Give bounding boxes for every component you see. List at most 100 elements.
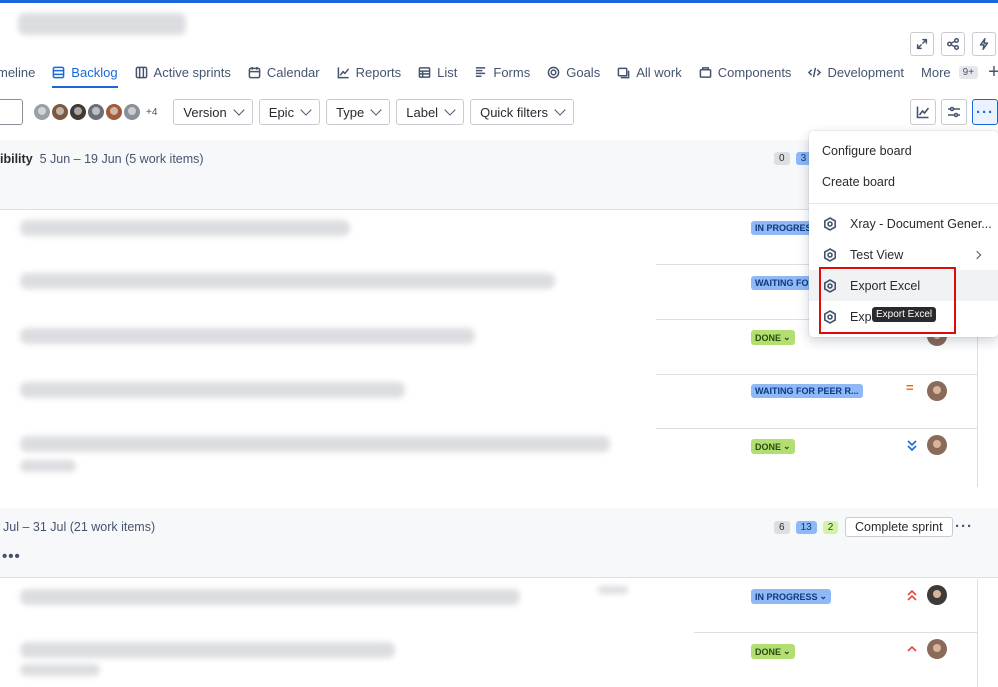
work-item-summary-blurred[interactable]	[20, 642, 395, 658]
highlight-annotation-box	[819, 267, 956, 334]
work-item-summary-blurred	[20, 664, 100, 676]
chart-icon	[337, 66, 349, 78]
tab-goals[interactable]: Goals	[547, 61, 600, 83]
top-accent-line	[0, 0, 998, 3]
components-icon	[699, 66, 712, 78]
status-lozenge[interactable]: WAITING FO	[751, 276, 813, 290]
sprint-counts: 6 13 2	[774, 521, 839, 534]
avatar[interactable]	[104, 102, 124, 122]
done-count: 2	[822, 521, 839, 534]
forms-icon	[476, 66, 486, 77]
settings-sliders-icon	[948, 106, 960, 118]
sprint-actions-more-icon[interactable]: ···	[955, 518, 973, 535]
avatar[interactable]	[68, 102, 88, 122]
todo-count: 6	[774, 521, 790, 534]
chevron-down-icon	[233, 104, 245, 116]
more-count-badge: 9+	[958, 65, 979, 79]
assignee-avatar[interactable]	[927, 435, 947, 455]
filter-bar: +4 Version Epic Type Label Quick filters	[0, 99, 574, 125]
status-lozenge[interactable]: WAITING FOR PEER R...	[751, 384, 863, 398]
inprogress-count: 13	[795, 521, 817, 534]
complete-sprint-button[interactable]: Complete sprint	[845, 517, 953, 537]
tab-timeline[interactable]: meline	[0, 61, 35, 83]
avatar-more-count[interactable]: +4	[146, 107, 157, 118]
priority-high-icon	[907, 645, 917, 652]
sprint-more-icon[interactable]: •••	[2, 548, 21, 565]
chevron-down-icon: ⌄	[783, 441, 791, 451]
status-lozenge[interactable]: IN PROGRESS ⌄	[751, 589, 832, 604]
sprint-header: Jul – 31 Jul (21 work items) ••• 6 13 2 …	[0, 508, 998, 578]
backlog-icon	[52, 66, 65, 78]
share-icon	[947, 38, 959, 50]
work-item-summary-blurred[interactable]	[20, 382, 405, 398]
priority-medium-icon: =	[906, 380, 914, 395]
lightning-icon	[979, 38, 989, 50]
work-item-summary-blurred[interactable]	[20, 328, 475, 344]
assignee-avatar[interactable]	[927, 381, 947, 401]
code-icon	[808, 67, 822, 77]
add-tab-icon[interactable]: +	[988, 62, 998, 82]
work-item-key-blurred	[598, 586, 628, 594]
tab-calendar[interactable]: Calendar	[248, 61, 320, 83]
automation-button[interactable]	[972, 32, 996, 56]
tab-more[interactable]: More 9+	[921, 61, 979, 83]
assignee-avatar[interactable]	[927, 585, 947, 605]
more-actions-button[interactable]: ···	[972, 99, 998, 125]
assignee-avatar[interactable]	[927, 639, 947, 659]
avatar-group: +4	[32, 102, 157, 122]
chart-icon	[916, 106, 930, 119]
search-input[interactable]	[0, 99, 23, 125]
quick-filters[interactable]: Quick filters	[470, 99, 574, 125]
menu-item-test-view[interactable]: Test View	[809, 239, 998, 270]
tab-forms[interactable]: Forms	[474, 61, 530, 83]
label-filter[interactable]: Label	[396, 99, 465, 125]
avatar[interactable]	[32, 102, 52, 122]
chevron-down-icon: ⌄	[819, 591, 828, 601]
expand-button[interactable]	[910, 32, 934, 56]
type-filter[interactable]: Type	[326, 99, 391, 125]
epic-filter[interactable]: Epic	[258, 99, 321, 125]
share-button[interactable]	[941, 32, 965, 56]
tab-list[interactable]: List	[418, 61, 457, 83]
menu-item-create-board[interactable]: Create board	[809, 166, 998, 197]
avatar[interactable]	[122, 102, 142, 122]
status-lozenge[interactable]: DONE ⌄	[751, 439, 795, 454]
view-settings-button[interactable]	[941, 99, 967, 125]
more-icon: ···	[976, 103, 994, 121]
status-lozenge[interactable]: DONE ⌄	[751, 330, 795, 345]
version-filter[interactable]: Version	[173, 99, 253, 125]
menu-item-xray-document-generator[interactable]: Xray - Document Gener...	[809, 208, 998, 239]
insights-button[interactable]	[910, 99, 936, 125]
calendar-icon	[248, 66, 261, 78]
status-lozenge[interactable]: DONE ⌄	[751, 644, 795, 659]
menu-item-configure-board[interactable]: Configure board	[809, 135, 998, 166]
work-item-summary-blurred[interactable]	[20, 436, 610, 452]
todo-count: 0	[774, 152, 790, 165]
goal-icon	[547, 66, 560, 78]
app-hexagon-icon	[824, 247, 836, 262]
nav-tabs: meline Backlog Active sprints Calendar R…	[0, 61, 998, 88]
tooltip: Export Excel	[872, 307, 937, 322]
sprint-title: ibility 5 Jun – 19 Jun (5 work items)	[0, 152, 204, 166]
work-item-summary-blurred	[20, 460, 76, 472]
sprint-dates: Jul – 31 Jul (21 work items)	[3, 520, 156, 534]
work-icon	[617, 67, 630, 78]
work-item-summary-blurred[interactable]	[20, 273, 555, 289]
priority-lowest-icon	[907, 440, 917, 452]
priority-highest-icon	[907, 589, 917, 601]
avatar[interactable]	[86, 102, 106, 122]
work-item-summary-blurred[interactable]	[20, 220, 350, 236]
tab-all-work[interactable]: All work	[617, 61, 682, 83]
expand-icon	[916, 38, 928, 50]
chevron-down-icon	[444, 104, 456, 116]
tab-backlog[interactable]: Backlog	[52, 61, 118, 88]
tab-reports[interactable]: Reports	[337, 61, 401, 83]
chevron-down-icon	[300, 104, 312, 116]
sprint-counts: 0 3	[774, 152, 812, 165]
work-item-summary-blurred[interactable]	[20, 589, 520, 605]
tab-development[interactable]: Development	[808, 61, 904, 83]
tab-active-sprints[interactable]: Active sprints	[135, 61, 231, 83]
chevron-down-icon: ⌄	[783, 332, 791, 342]
avatar[interactable]	[50, 102, 70, 122]
tab-components[interactable]: Components	[699, 61, 791, 83]
